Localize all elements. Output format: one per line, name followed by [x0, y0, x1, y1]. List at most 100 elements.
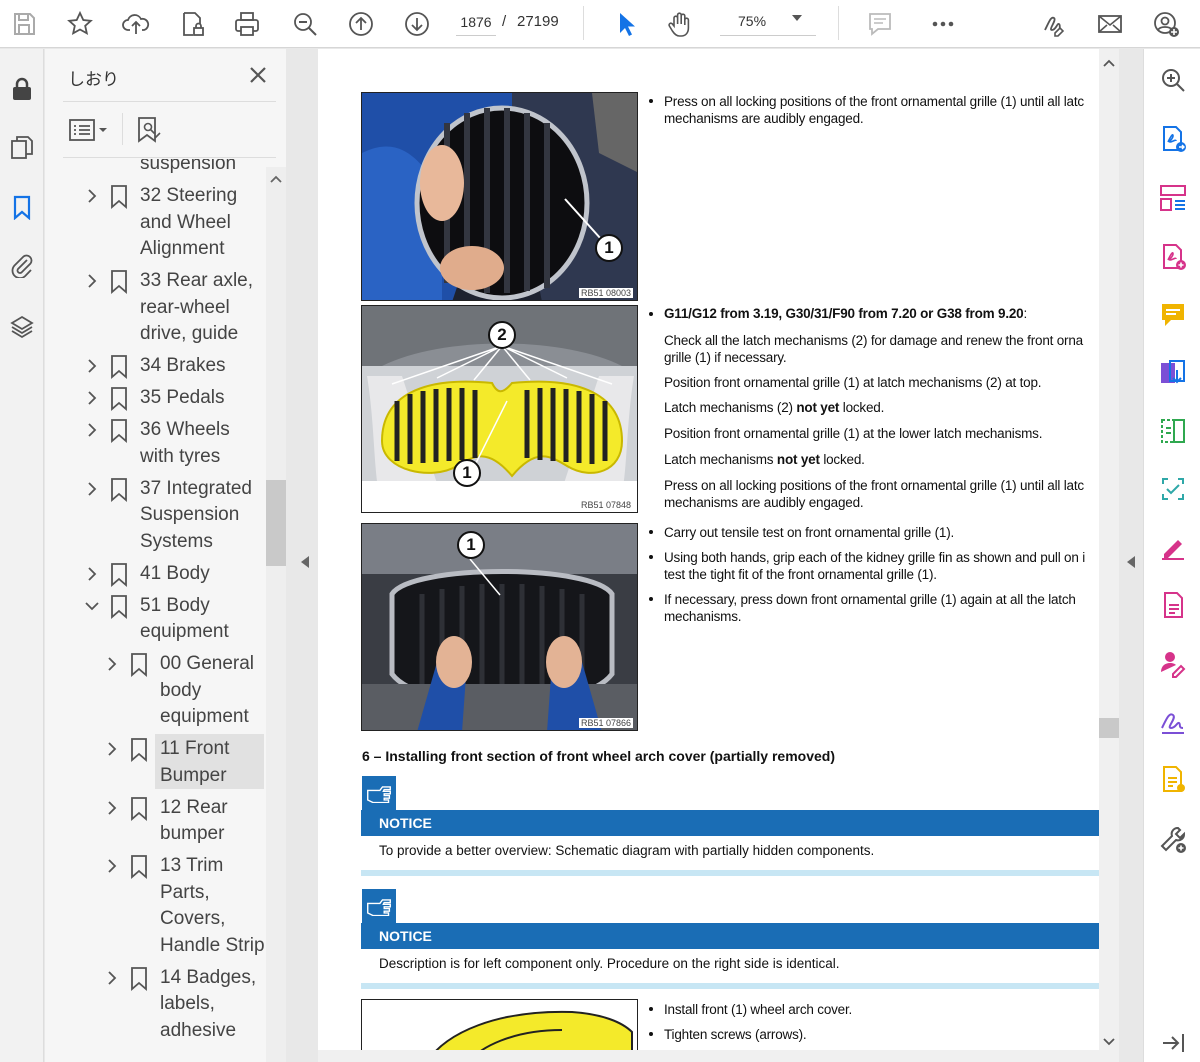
comment-tool-icon[interactable]	[1157, 299, 1189, 331]
bookmarks-scrollbar[interactable]	[266, 167, 286, 1062]
account-icon[interactable]	[1148, 6, 1184, 42]
save-icon[interactable]	[6, 6, 42, 42]
zoom-value: 75%	[738, 13, 767, 29]
model-condition-heading: G11/G12 from 3.19, G30/31/F90 from 7.20 …	[664, 305, 1027, 322]
chevron-right-icon[interactable]	[105, 657, 119, 671]
notice-body: Description is for left component only. …	[361, 949, 1099, 989]
close-icon[interactable]	[248, 65, 268, 85]
document-scrollbar[interactable]	[1099, 49, 1119, 1062]
organize-pages-icon[interactable]	[1157, 182, 1189, 214]
bookmark-item[interactable]: 36 Wheels with tyres	[45, 417, 267, 470]
bookmark-item[interactable]: suspension	[45, 159, 267, 178]
instruction-line: Position front ornamental grille (1) at …	[664, 426, 1043, 441]
chevron-right-icon[interactable]	[85, 274, 99, 288]
bookmark-icon	[111, 270, 127, 294]
compress-pdf-icon[interactable]	[1157, 357, 1189, 389]
left-nav-rail	[0, 49, 44, 1062]
bookmark-icon	[131, 966, 147, 991]
bullet	[649, 99, 653, 103]
page-up-icon[interactable]	[343, 6, 379, 42]
bookmark-icon	[111, 594, 127, 619]
instruction-line: Position front ornamental grille (1) at …	[664, 375, 1042, 390]
scan-ocr-icon[interactable]	[1157, 473, 1189, 505]
bookmarks-title: しおり	[68, 70, 119, 89]
bookmark-item[interactable]: 14 Badges, labels, adhesive	[45, 965, 267, 1045]
chevron-right-icon[interactable]	[105, 970, 119, 985]
bookmark-item[interactable]: 37 Integrated Suspension Systems	[45, 476, 267, 556]
request-signature-icon[interactable]	[1157, 647, 1189, 679]
bookmark-item[interactable]: 33 Rear axle, rear-wheel drive, guide	[45, 268, 267, 348]
document-scroll-thumb[interactable]	[1099, 718, 1119, 738]
sign-icon[interactable]	[1036, 6, 1072, 42]
upload-icon[interactable]	[118, 6, 154, 42]
protect-doc-icon[interactable]	[1157, 589, 1189, 621]
paperclip-icon[interactable]	[6, 249, 38, 281]
bookmark-item[interactable]: 32 Steering and Wheel Alignment	[45, 183, 267, 263]
pages-icon[interactable]	[6, 131, 38, 163]
chevron-right-icon[interactable]	[105, 800, 119, 815]
more-icon[interactable]	[925, 6, 961, 42]
create-pdf-icon[interactable]	[1157, 241, 1189, 273]
pointer-icon[interactable]	[606, 6, 642, 42]
layers-icon[interactable]	[6, 311, 38, 343]
chevron-right-icon[interactable]	[105, 742, 119, 756]
horizontal-scrollbar[interactable]	[318, 1050, 1099, 1062]
bookmark-item[interactable]: 51 Body equipment	[45, 593, 267, 646]
bookmarks-scroll-thumb[interactable]	[266, 480, 286, 566]
comment-icon[interactable]	[862, 6, 898, 42]
bookmark-item[interactable]: 13 Trim Parts, Covers, Handle Strip	[45, 853, 267, 959]
print-icon[interactable]	[229, 6, 265, 42]
document-page: 1 RB51 08003 2 1 RB51 07848 1 RB51 07866…	[318, 49, 1099, 1062]
bookmark-icon	[111, 562, 127, 587]
chevron-right-icon[interactable]	[85, 189, 99, 203]
text-run: Latch mechanisms	[664, 452, 777, 467]
mail-icon[interactable]	[1092, 6, 1128, 42]
chevron-right-icon[interactable]	[85, 566, 99, 581]
lock-file-icon[interactable]	[174, 6, 210, 42]
add-bookmark-button[interactable]	[135, 115, 163, 145]
chevron-right-icon[interactable]	[105, 859, 119, 873]
instruction-line: mechanisms.	[664, 609, 742, 624]
collapse-right-gutter[interactable]	[1119, 49, 1143, 1062]
page-down-icon[interactable]	[399, 6, 435, 42]
zoom-out-icon[interactable]	[287, 6, 323, 42]
panel-divider	[122, 113, 123, 145]
photo-grille-press: 1 RB51 08003	[361, 92, 638, 301]
send-for-signature-icon[interactable]	[1157, 705, 1189, 737]
panel-divider	[63, 101, 276, 102]
toolbar-divider	[838, 6, 839, 40]
current-page-input[interactable]: 1876	[456, 8, 496, 36]
bookmark-icon	[111, 185, 127, 209]
chevron-right-icon[interactable]	[85, 481, 99, 496]
chevron-right-icon[interactable]	[85, 423, 99, 437]
chevron-right-icon[interactable]	[85, 359, 99, 373]
bookmark-item[interactable]: 35 Pedals	[45, 385, 267, 412]
collapse-right-icon	[1127, 556, 1135, 568]
chevron-right-icon[interactable]	[85, 391, 99, 405]
collapse-tools-icon[interactable]	[1157, 1027, 1189, 1059]
prepare-form-icon[interactable]	[1157, 763, 1189, 795]
zoom-select[interactable]: 75%	[720, 6, 816, 36]
bookmark-item[interactable]: 41 Body	[45, 561, 267, 588]
edit-pdf-icon[interactable]	[1157, 415, 1189, 447]
bullet	[649, 530, 653, 534]
chevron-down-icon[interactable]	[85, 599, 99, 613]
bookmark-item[interactable]: 00 General body equipment	[45, 651, 267, 731]
zoom-in-icon[interactable]	[1157, 64, 1189, 96]
bookmark-label: 14 Badges, labels, adhesive	[160, 966, 257, 1041]
collapse-left-gutter[interactable]	[286, 49, 318, 1062]
star-icon[interactable]	[62, 6, 98, 42]
bookmark-item[interactable]: 34 Brakes	[45, 353, 267, 380]
bookmark-item[interactable]: 11 Front Bumper	[45, 734, 267, 789]
export-pdf-icon[interactable]	[1157, 123, 1189, 155]
lock-icon[interactable]	[6, 73, 38, 105]
bookmark-icon[interactable]	[6, 191, 38, 223]
bookmark-item[interactable]: 12 Rear bumper	[45, 795, 267, 848]
bullet	[649, 597, 653, 601]
fill-sign-icon[interactable]	[1157, 531, 1189, 563]
tools-settings-icon[interactable]	[1157, 823, 1189, 855]
grille-press-image	[362, 93, 637, 300]
hand-icon[interactable]	[662, 6, 698, 42]
bookmark-options-button[interactable]	[69, 115, 109, 145]
bookmark-label: 37 Integrated Suspension Systems	[140, 477, 252, 552]
